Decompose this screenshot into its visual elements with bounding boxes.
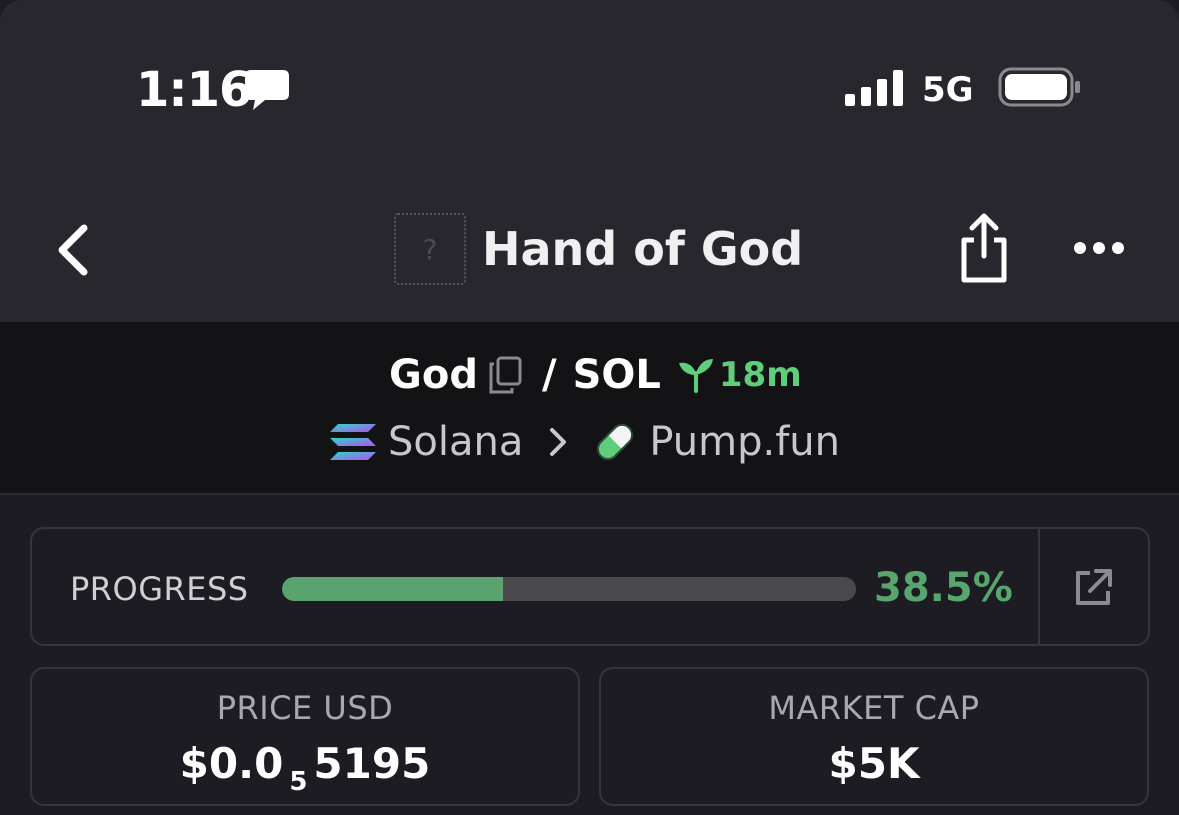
pair-age: 18m [718, 355, 802, 395]
pair-section [0, 322, 1179, 495]
sprout-icon [678, 359, 713, 393]
dex-link[interactable]: Pump.fun [649, 419, 840, 465]
network-type: 5G [922, 70, 974, 110]
price-prefix: $0.0 [179, 739, 284, 788]
status-time: 1:16 [136, 62, 252, 118]
placeholder-glyph: ? [422, 232, 438, 266]
solana-icon [330, 424, 376, 460]
price-usd-label: PRICE USD [216, 689, 394, 727]
progress-bar [282, 577, 856, 601]
chain-link[interactable]: Solana [388, 419, 523, 465]
external-link-icon[interactable] [1072, 567, 1114, 609]
chevron-right-icon [550, 428, 567, 456]
pill-icon [597, 423, 634, 461]
price-digits: 5195 [313, 739, 431, 788]
back-icon[interactable] [52, 222, 92, 278]
progress-percent: 38.5% [874, 565, 1013, 611]
price-usd-value: $0.0 5 5195 [32, 739, 578, 797]
price-usd-card: PRICE USD $0.0 5 5195 [30, 667, 580, 806]
message-icon [245, 70, 289, 110]
base-symbol: God [389, 352, 478, 398]
progress-bar-fill [282, 577, 503, 601]
quote-symbol: SOL [572, 352, 661, 398]
progress-label: PROGRESS [70, 570, 249, 608]
token-image-placeholder: ? [394, 213, 466, 285]
page-title: Hand of God [482, 222, 804, 276]
chain-breadcrumb: Solana Pump.fun [328, 416, 840, 468]
pair-name: God / SOL 18m [389, 350, 802, 400]
pair-separator: / [541, 352, 557, 398]
market-cap-card: MARKET CAP $5K [599, 667, 1149, 806]
signal-icon [845, 70, 903, 106]
price-zero-count: 5 [289, 767, 308, 797]
market-cap-label: MARKET CAP [768, 689, 980, 727]
header-panel: 1:16 5G ? Hand of God [0, 0, 1179, 322]
progress-card: PROGRESS 38.5% [30, 527, 1150, 646]
market-cap-value: $5K [828, 739, 920, 788]
copy-icon[interactable] [488, 356, 522, 394]
share-icon[interactable] [956, 212, 1012, 284]
battery-icon [998, 67, 1080, 107]
more-icon[interactable] [1072, 238, 1126, 258]
divider [1038, 529, 1040, 644]
